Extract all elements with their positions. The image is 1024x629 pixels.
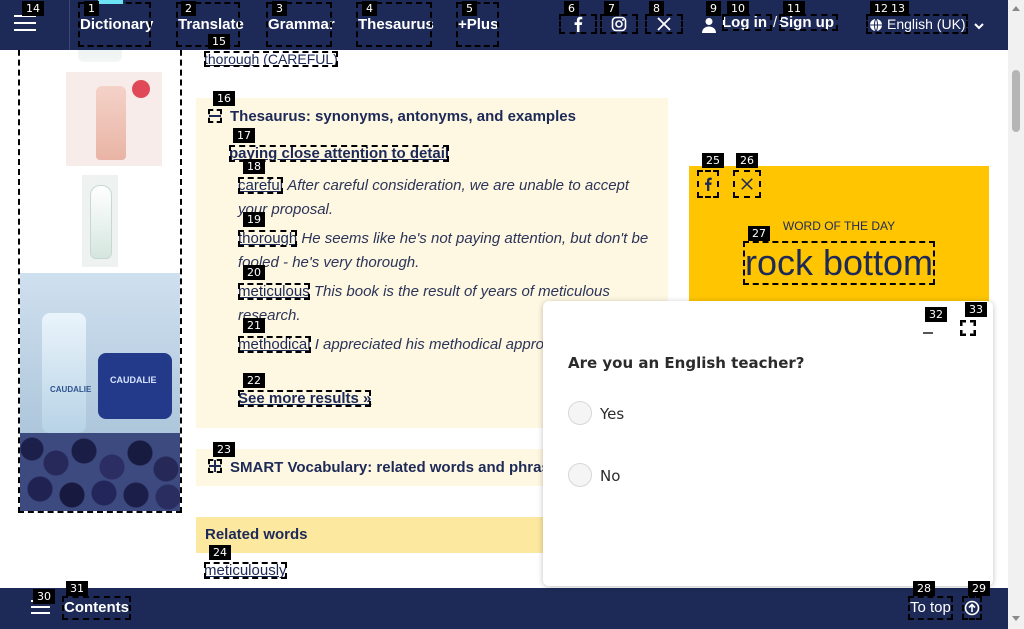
ad-product-image[interactable] xyxy=(82,175,118,267)
word-of-the-day-link[interactable]: rock bottom xyxy=(743,241,935,285)
element-badge: 17 xyxy=(233,128,255,143)
element-badge: 15 xyxy=(208,34,230,49)
radio-no-label[interactable]: No xyxy=(600,467,620,485)
language-selector[interactable]: English (UK) xyxy=(866,14,968,34)
chevron-down-icon[interactable] xyxy=(974,18,984,30)
element-badge: 24 xyxy=(209,545,231,560)
synonym-link[interactable]: thorough xyxy=(238,230,298,247)
facebook-icon[interactable] xyxy=(697,170,719,198)
see-more-link[interactable]: See more results » xyxy=(238,390,372,407)
radio-yes[interactable] xyxy=(568,401,592,425)
radio-yes-label[interactable]: Yes xyxy=(600,405,624,423)
element-badge: 14 xyxy=(22,1,44,16)
element-badge: 28 xyxy=(913,581,935,596)
synonym-entry: thorough He seems like he's not paying a… xyxy=(238,227,662,275)
scrollbar-thumb[interactable] xyxy=(1012,70,1020,132)
element-badge: 31 xyxy=(66,581,88,596)
element-badge: 7 xyxy=(604,1,619,16)
menu-icon[interactable] xyxy=(14,15,36,33)
user-icon xyxy=(702,17,716,33)
element-badge: 16 xyxy=(213,91,235,106)
facebook-icon[interactable] xyxy=(559,14,597,34)
element-badge: 29 xyxy=(968,581,990,596)
ad-banner-image[interactable]: CAUDALIE CAUDALIE xyxy=(20,273,180,511)
related-word-link[interactable]: meticulously xyxy=(204,562,287,579)
element-badge: 2 xyxy=(181,1,196,16)
minimize-icon[interactable] xyxy=(920,320,936,336)
element-badge: 21 xyxy=(243,318,265,333)
element-badge: 3 xyxy=(272,1,287,16)
login-separator: / xyxy=(773,14,778,31)
ad-product-image[interactable] xyxy=(66,72,162,166)
nav-divider xyxy=(69,0,70,50)
element-badge: 27 xyxy=(748,226,770,241)
element-badge: 11 xyxy=(783,1,805,16)
headword-line: thorough (CAREFUL) xyxy=(204,51,338,67)
login-link[interactable]: Log in xyxy=(722,14,772,31)
element-badge: 22 xyxy=(243,373,265,388)
element-badge: 9 xyxy=(706,1,721,16)
element-badge: 33 xyxy=(965,302,987,317)
element-badge: 23 xyxy=(213,442,235,457)
element-badge: 13 xyxy=(887,1,909,16)
contents-button[interactable]: Contents xyxy=(62,596,131,620)
element-badge: 4 xyxy=(362,1,377,16)
element-badge: 26 xyxy=(736,153,758,168)
headword-guideword: (CAREFUL) xyxy=(263,51,338,67)
element-badge: 25 xyxy=(702,153,724,168)
element-badge: 20 xyxy=(243,265,265,280)
instagram-icon[interactable] xyxy=(600,14,638,34)
survey-question: Are you an English teacher? xyxy=(568,354,805,372)
expand-icon[interactable] xyxy=(960,320,976,336)
scroll-down-icon[interactable] xyxy=(1012,616,1020,621)
page-scrollbar[interactable] xyxy=(1008,0,1024,629)
synonym-entry: careful After careful consideration, we … xyxy=(238,174,662,222)
x-icon[interactable] xyxy=(733,170,761,198)
radio-no[interactable] xyxy=(568,463,592,487)
element-badge: 5 xyxy=(462,1,477,16)
top-navigation-bar: Dictionary Translate Grammar Thesaurus +… xyxy=(0,0,1008,50)
synonym-example: He seems like he's not paying attention,… xyxy=(238,230,649,271)
arrow-up-circle-icon[interactable] xyxy=(962,596,982,620)
element-badge: 30 xyxy=(33,589,55,604)
signup-link[interactable]: Sign up xyxy=(779,14,838,31)
bottom-bar: Contents To top xyxy=(0,588,1008,629)
collapse-icon[interactable] xyxy=(208,109,222,123)
thesaurus-title: Thesaurus: synonyms, antonyms, and examp… xyxy=(230,108,576,125)
element-badge: 18 xyxy=(243,159,265,174)
language-label: English (UK) xyxy=(887,16,966,32)
ad-logo: CAUDALIE xyxy=(110,375,157,385)
survey-popup: Are you an English teacher? Yes No xyxy=(543,301,993,586)
element-badge: 10 xyxy=(727,1,749,16)
word-of-the-day-label: WORD OF THE DAY xyxy=(782,219,896,233)
globe-icon xyxy=(869,17,883,32)
synonym-example: After careful consideration, we are unab… xyxy=(238,177,630,218)
scroll-up-icon[interactable] xyxy=(1012,6,1020,11)
smart-vocabulary-title[interactable]: SMART Vocabulary: related words and phra… xyxy=(230,459,566,476)
element-badge: 32 xyxy=(925,307,947,322)
advertisement-column[interactable]: CAUDALIE CAUDALIE xyxy=(18,0,182,513)
element-badge: 6 xyxy=(564,1,579,16)
headword-link[interactable]: thorough xyxy=(204,51,259,67)
synonym-link[interactable]: methodical xyxy=(238,336,311,353)
element-badge: 19 xyxy=(243,212,265,227)
ad-logo: CAUDALIE xyxy=(50,385,92,394)
element-badge: 8 xyxy=(649,1,664,16)
x-icon[interactable] xyxy=(645,14,683,34)
element-badge: 1 xyxy=(84,1,99,16)
related-words-title: Related words xyxy=(205,526,308,543)
synonym-link[interactable]: meticulous xyxy=(238,283,310,300)
synonym-link[interactable]: careful xyxy=(238,177,284,194)
expand-icon[interactable] xyxy=(208,459,222,473)
to-top-button[interactable]: To top xyxy=(908,596,953,620)
